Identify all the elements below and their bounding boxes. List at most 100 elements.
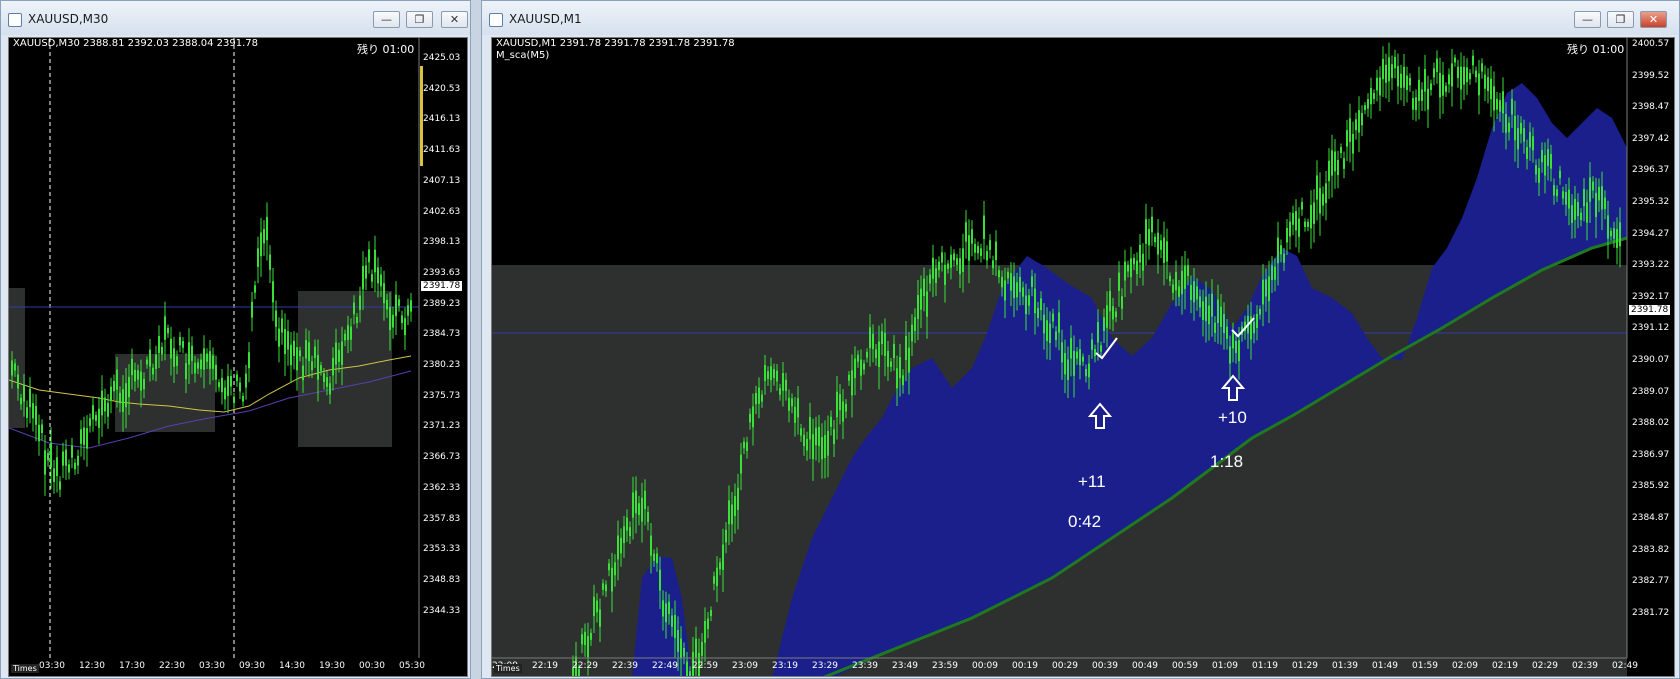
candle-body xyxy=(26,407,28,418)
candle-body xyxy=(1577,201,1579,216)
candle-body xyxy=(746,442,748,451)
left-chart-canvas xyxy=(9,38,423,658)
time-tick-label: 01:39 xyxy=(1332,661,1358,671)
candle-body xyxy=(290,344,292,366)
restore-button[interactable]: ❐ xyxy=(406,11,433,28)
candle-body xyxy=(1436,58,1438,73)
candle-body xyxy=(1121,296,1123,309)
candle-body xyxy=(668,601,670,615)
candle-body xyxy=(104,397,106,412)
candle-body xyxy=(1304,221,1306,227)
price-tick-label: 2394.27 xyxy=(1632,228,1670,239)
price-tick-label: 2399.52 xyxy=(1632,70,1670,81)
candle-body xyxy=(881,331,883,345)
candle-body xyxy=(1055,331,1057,340)
candle-body xyxy=(308,342,310,362)
minimize-button[interactable]: — xyxy=(373,11,400,28)
candle-body xyxy=(23,384,25,402)
right-chart-area[interactable]: XAUUSD,M1 2391.78 2391.78 2391.78 2391.7… xyxy=(491,37,1675,677)
candle-body xyxy=(1160,240,1162,250)
candle-body xyxy=(1502,91,1504,114)
candle-body xyxy=(296,347,298,371)
candle-body xyxy=(1367,99,1369,109)
candle-body xyxy=(257,248,259,267)
close-button[interactable]: ✕ xyxy=(441,11,468,28)
candle-body xyxy=(1040,298,1042,311)
candle-body xyxy=(731,504,733,525)
minimize-button[interactable]: — xyxy=(1574,11,1601,28)
candle-body xyxy=(1613,228,1615,239)
candle-body xyxy=(884,332,886,357)
candle-body xyxy=(686,661,688,676)
candle-body xyxy=(167,327,169,334)
candle-body xyxy=(1406,75,1408,90)
candle-body xyxy=(1319,188,1321,214)
candle-body xyxy=(1469,73,1471,80)
candle-body xyxy=(101,390,103,416)
candle-body xyxy=(944,264,946,285)
candle-body xyxy=(1298,218,1300,237)
time-tick-label: 02:29 xyxy=(1532,661,1558,671)
candle-body xyxy=(68,464,70,473)
candle-body xyxy=(761,394,763,402)
candle-body xyxy=(974,243,976,253)
candle-body xyxy=(902,375,904,386)
right-titlebar[interactable]: XAUUSD,M1 — ❐ ✕ xyxy=(482,1,1679,35)
candle-body xyxy=(1580,212,1582,221)
candle-body xyxy=(614,562,616,576)
candle-body xyxy=(1220,306,1222,327)
candle-body xyxy=(1337,160,1339,176)
candle-body xyxy=(749,413,751,423)
price-tick-label: 2397.42 xyxy=(1632,133,1670,144)
candle-body xyxy=(1550,154,1552,169)
time-tick-label: 02:39 xyxy=(1572,661,1598,671)
candle-body xyxy=(836,391,838,418)
candle-body xyxy=(56,457,58,477)
candle-body xyxy=(1103,317,1105,331)
candle-body xyxy=(653,553,655,561)
candle-body xyxy=(1085,369,1087,377)
candle-body xyxy=(1511,98,1513,115)
chart-window-icon xyxy=(489,13,503,27)
right-chart-window[interactable]: XAUUSD,M1 — ❐ ✕ XAUUSD,M1 2391.78 2391.7… xyxy=(481,0,1680,679)
right-remaining-time: 残り 01:00 xyxy=(1567,43,1625,56)
candle-body xyxy=(134,369,136,382)
left-chart-area[interactable]: XAUUSD,M30 2388.81 2392.03 2388.04 2391.… xyxy=(8,37,468,677)
candle-body xyxy=(1106,305,1108,328)
candle-body xyxy=(989,240,991,250)
restore-button[interactable]: ❐ xyxy=(1607,11,1634,28)
candle-body xyxy=(1424,69,1426,92)
candle-body xyxy=(584,631,586,646)
left-chart-window[interactable]: XAUUSD,M30 — ❐ ✕ XAUUSD,M30 2388.81 2392… xyxy=(0,0,471,679)
candle-body xyxy=(173,348,175,367)
candle-body xyxy=(215,364,217,380)
candle-body xyxy=(1079,349,1081,366)
price-tick-label: 2348.83 xyxy=(423,574,461,585)
candle-body xyxy=(146,359,148,365)
candle-body xyxy=(179,336,181,346)
candle-body xyxy=(1340,147,1342,154)
candle-body xyxy=(1547,149,1549,166)
right-window-title: XAUUSD,M1 xyxy=(509,12,582,26)
candle-body xyxy=(89,418,91,426)
candle-body xyxy=(350,326,352,340)
candle-body xyxy=(638,503,640,516)
candle-body xyxy=(206,353,208,362)
candle-body xyxy=(1157,232,1159,255)
candle-body xyxy=(80,429,82,444)
candle-body xyxy=(338,350,340,362)
candle-body xyxy=(152,367,154,375)
left-titlebar[interactable]: XAUUSD,M30 — ❐ ✕ xyxy=(1,1,470,35)
candle-body xyxy=(1082,356,1084,362)
close-button[interactable]: ✕ xyxy=(1640,11,1667,28)
candle-body xyxy=(908,347,910,373)
time-tick-label: 01:29 xyxy=(1292,661,1318,671)
candle-body xyxy=(1457,66,1459,78)
candle-body xyxy=(695,638,697,659)
candle-body xyxy=(1061,342,1063,363)
candle-body xyxy=(707,618,709,630)
candle-body xyxy=(1091,339,1093,350)
candle-body xyxy=(1445,86,1447,92)
candle-body xyxy=(224,387,226,400)
price-tick-label: 2425.03 xyxy=(423,53,461,63)
